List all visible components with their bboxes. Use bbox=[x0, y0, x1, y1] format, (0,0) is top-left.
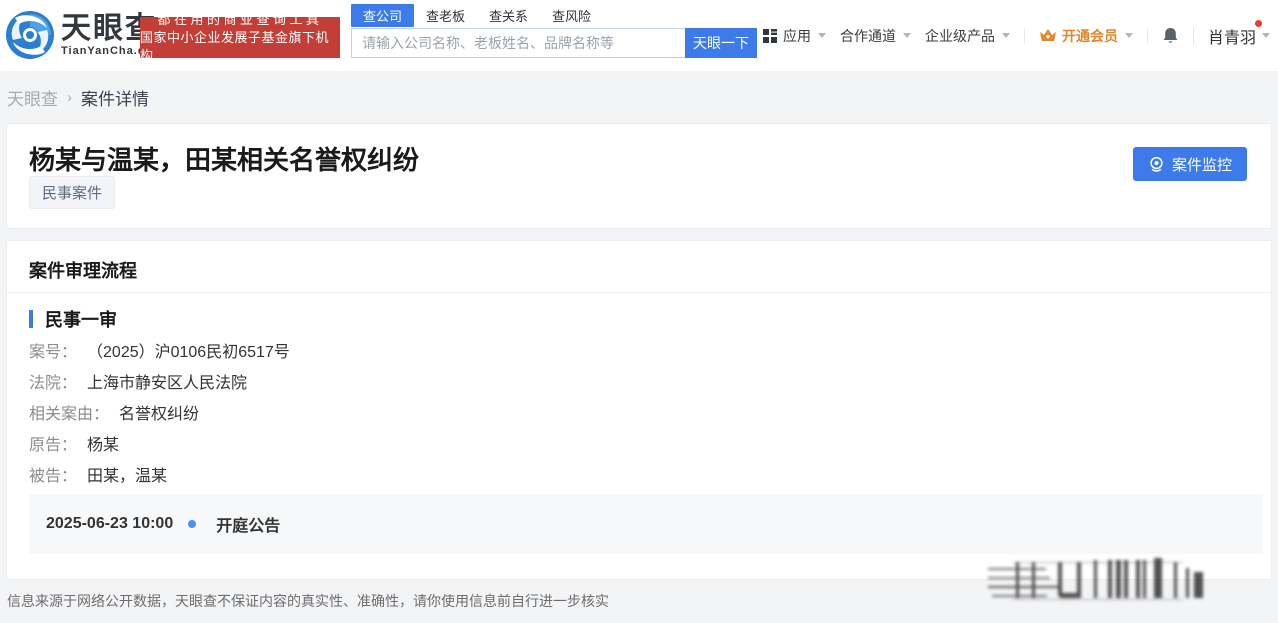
nav-divider bbox=[1146, 27, 1148, 44]
case-fields: 案号： （2025）沪0106民初6517号 法院： 上海市静安区人民法院 相关… bbox=[29, 344, 290, 499]
case-title: 杨某与温某，田某相关名誉权纠纷 bbox=[29, 145, 420, 175]
field-plaintiff: 原告： 杨某 bbox=[29, 437, 290, 454]
case-type-badge: 民事案件 bbox=[29, 176, 116, 209]
crown-icon bbox=[1039, 29, 1056, 41]
breadcrumb-separator: › bbox=[67, 88, 72, 106]
slogan-line1: 都在用的商业查询工具 bbox=[157, 11, 323, 27]
top-nav: 应用 合作通道 企业级产品 开通会员 肖青羽 bbox=[762, 0, 1270, 71]
stage-title: 民事一审 bbox=[45, 310, 117, 330]
nav-apps-label: 应用 bbox=[782, 27, 811, 44]
brand-slogan-badge: 都在用的商业查询工具 国家中小企业发展子基金旗下机构 bbox=[140, 12, 340, 63]
apps-grid-icon bbox=[762, 28, 777, 43]
notification-bell[interactable] bbox=[1162, 27, 1179, 45]
field-label: 原告： bbox=[29, 437, 78, 454]
search-tab-boss[interactable]: 查老板 bbox=[414, 4, 477, 27]
search-tabs: 查公司 查老板 查关系 查风险 bbox=[351, 3, 757, 27]
stage-header: 民事一审 bbox=[29, 306, 117, 332]
footer-disclaimer: 信息来源于网络公开数据，天眼查不保证内容的真实性、准确性，请你使用信息前自行进一… bbox=[7, 593, 609, 609]
field-label: 相关案由： bbox=[29, 406, 110, 423]
breadcrumb: 天眼查 › 案件详情 bbox=[0, 71, 1278, 123]
breadcrumb-current: 案件详情 bbox=[81, 89, 149, 109]
timeline-datetime: 2025-06-23 10:00 bbox=[46, 515, 174, 532]
field-court: 法院： 上海市静安区人民法院 bbox=[29, 375, 290, 392]
nav-vip-upgrade[interactable]: 开通会员 bbox=[1039, 26, 1133, 46]
chevron-down-icon bbox=[817, 33, 826, 38]
case-title-card: 杨某与温某，田某相关名誉权纠纷 民事案件 案件监控 bbox=[6, 123, 1272, 229]
nav-partner-label: 合作通道 bbox=[839, 27, 896, 44]
chevron-down-icon bbox=[902, 33, 911, 38]
nav-apps[interactable]: 应用 bbox=[762, 26, 826, 46]
field-cause: 相关案由： 名誉权纠纷 bbox=[29, 406, 290, 423]
case-monitor-button[interactable]: 案件监控 bbox=[1132, 147, 1247, 181]
field-label: 案号： bbox=[29, 344, 78, 361]
search-tab-company[interactable]: 查公司 bbox=[351, 3, 415, 27]
field-defendant: 被告： 田某，温某 bbox=[29, 468, 290, 485]
search-tab-relation[interactable]: 查关系 bbox=[477, 4, 540, 27]
chevron-down-icon bbox=[1124, 33, 1133, 38]
timeline-dot-icon bbox=[188, 520, 197, 528]
timeline-item: 2025-06-23 10:00 开庭公告 bbox=[29, 494, 1263, 554]
search-area: 查公司 查老板 查关系 查风险 天眼一下 bbox=[351, 3, 757, 58]
field-label: 被告： bbox=[29, 468, 78, 485]
case-monitor-label: 案件监控 bbox=[1171, 156, 1232, 174]
slogan-line2: 国家中小企业发展子基金旗下机构 bbox=[140, 29, 330, 63]
top-header: 天眼查 TianYanCha.com 都在用的商业查询工具 国家中小企业发展子基… bbox=[0, 0, 1278, 71]
nav-divider bbox=[1192, 27, 1194, 44]
breadcrumb-home[interactable]: 天眼查 bbox=[7, 85, 58, 110]
monitor-camera-icon bbox=[1150, 156, 1163, 172]
field-label: 法院： bbox=[29, 375, 78, 392]
chevron-down-icon bbox=[1001, 33, 1010, 38]
bell-icon bbox=[1163, 27, 1178, 43]
notification-dot bbox=[1255, 19, 1262, 27]
section-divider bbox=[7, 292, 1271, 293]
nav-divider bbox=[1023, 27, 1025, 44]
stage-accent-bar bbox=[29, 310, 33, 328]
search-tab-risk[interactable]: 查风险 bbox=[540, 4, 603, 27]
field-value: （2025）沪0106民初6517号 bbox=[87, 344, 290, 361]
nav-enterprise-label: 企业级产品 bbox=[924, 27, 995, 44]
nav-vip-label: 开通会员 bbox=[1061, 27, 1118, 44]
field-value: 田某，温某 bbox=[87, 468, 168, 485]
search-button[interactable]: 天眼一下 bbox=[685, 28, 757, 58]
timeline-event: 开庭公告 bbox=[216, 518, 281, 535]
search-input[interactable] bbox=[351, 28, 685, 58]
case-process-card: 案件审理流程 民事一审 案号： （2025）沪0106民初6517号 法院： 上… bbox=[6, 240, 1272, 580]
field-value: 上海市静安区人民法院 bbox=[87, 375, 248, 392]
section-title: 案件审理流程 bbox=[29, 261, 137, 281]
field-case-number: 案号： （2025）沪0106民初6517号 bbox=[29, 344, 290, 361]
field-value: 杨某 bbox=[87, 437, 120, 454]
username: 肖青羽 bbox=[1207, 29, 1256, 47]
chevron-down-icon bbox=[1262, 33, 1270, 38]
tianyancha-eye-icon bbox=[6, 11, 54, 59]
user-menu[interactable]: 肖青羽 bbox=[1207, 19, 1270, 48]
nav-enterprise-products[interactable]: 企业级产品 bbox=[925, 26, 1010, 46]
nav-partner-channel[interactable]: 合作通道 bbox=[840, 26, 911, 46]
field-value: 名誉权纠纷 bbox=[119, 406, 200, 423]
